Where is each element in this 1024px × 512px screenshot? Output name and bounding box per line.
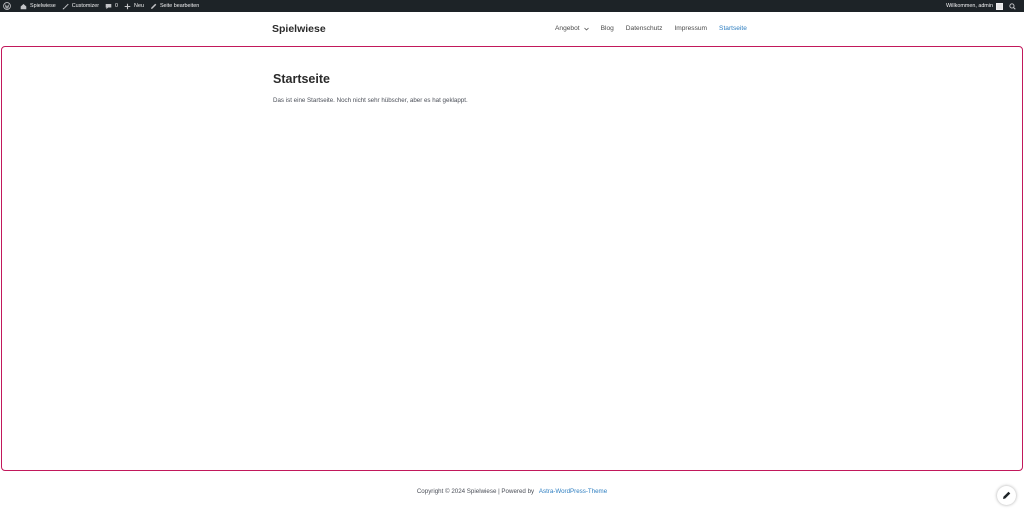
- site-footer: Copyright © 2024 Spielwiese | Powered by…: [0, 488, 1024, 495]
- nav-item-datenschutz[interactable]: Datenschutz: [626, 25, 663, 32]
- account-menu[interactable]: Willkommen, admin: [943, 0, 1006, 12]
- brush-icon: [62, 3, 69, 9]
- main-content: Startseite Das ist eine Startseite. Noch…: [1, 46, 1023, 471]
- nav-label-angebot: Angebot: [555, 25, 580, 32]
- comments-link[interactable]: 0: [102, 0, 121, 12]
- edit-page-link[interactable]: Seite bearbeiten: [147, 0, 202, 12]
- nav-label-datenschutz: Datenschutz: [625, 25, 663, 32]
- pencil-icon: [1003, 491, 1011, 500]
- nav-label-blog: Blog: [600, 25, 614, 32]
- site-title[interactable]: Spielwiese: [272, 23, 326, 35]
- new-label: Neu: [134, 3, 144, 9]
- page-text: Das ist eine Startseite. Noch nicht sehr…: [273, 97, 468, 104]
- floating-edit-button[interactable]: [997, 486, 1016, 505]
- customizer-link[interactable]: Customizer: [59, 0, 102, 12]
- plus-icon: [124, 3, 131, 9]
- nav-label-impressum: Impressum: [674, 25, 708, 32]
- customizer-label: Customizer: [71, 3, 100, 9]
- nav-item-angebot[interactable]: Angebot: [555, 25, 589, 32]
- nav-label-startseite: Startseite: [719, 25, 747, 32]
- edit-page-label: Seite bearbeiten: [159, 3, 200, 9]
- search-icon: [1009, 2, 1016, 10]
- site-name-menu[interactable]: Spielwiese: [17, 0, 59, 12]
- site-header: Spielwiese Angebot Blog Datenschutz Impr…: [0, 12, 1024, 45]
- pencil-icon: [150, 3, 157, 9]
- search-button[interactable]: [1006, 0, 1024, 12]
- page-title: Startseite: [273, 72, 330, 86]
- welcome-label: Willkommen, admin: [945, 3, 993, 9]
- footer-copyright: Copyright © 2024 Spielwiese | Powered by: [416, 488, 535, 495]
- wordpress-logo-icon: [3, 2, 11, 10]
- chevron-down-icon: [583, 27, 589, 31]
- footer-theme-link[interactable]: Astra-WordPress-Theme: [539, 488, 607, 495]
- nav-item-blog[interactable]: Blog: [601, 25, 614, 32]
- comments-count: 0: [115, 3, 119, 9]
- primary-navigation: Angebot Blog Datenschutz Impressum Start…: [555, 25, 747, 32]
- wordpress-logo-button[interactable]: [0, 0, 17, 12]
- comment-icon: [105, 3, 112, 9]
- nav-item-impressum[interactable]: Impressum: [674, 25, 707, 32]
- new-content-menu[interactable]: Neu: [121, 0, 147, 12]
- avatar: [996, 2, 1003, 10]
- site-name-label: Spielwiese: [30, 3, 56, 9]
- admin-bar: Spielwiese Customizer 0 Neu Seite bearbe…: [0, 0, 1024, 12]
- nav-item-startseite[interactable]: Startseite: [719, 25, 747, 32]
- home-icon: [20, 3, 27, 9]
